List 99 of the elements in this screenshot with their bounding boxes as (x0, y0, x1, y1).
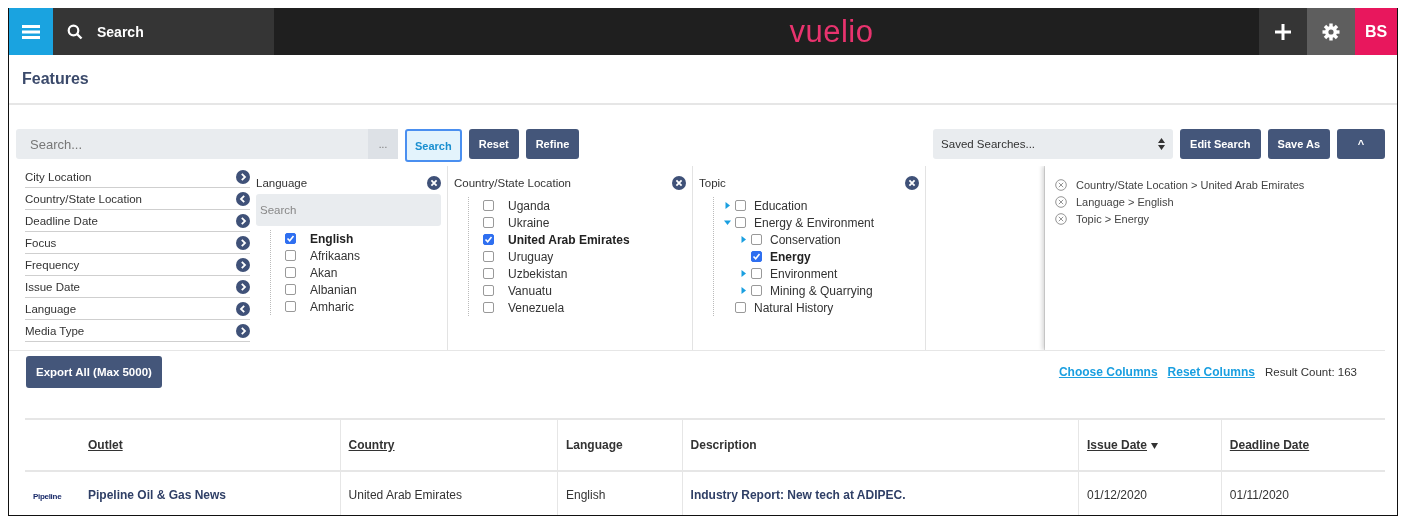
checkbox[interactable] (483, 217, 494, 228)
settings-button[interactable] (1307, 8, 1355, 55)
option-label: Afrikaans (310, 248, 361, 263)
facet-item[interactable]: Media Type (25, 320, 250, 342)
plus-icon (1275, 23, 1291, 40)
checkbox[interactable] (483, 268, 494, 279)
option-label: Energy & Environment (754, 215, 875, 230)
checkbox[interactable] (751, 268, 762, 279)
option-label: English (310, 231, 354, 246)
option-label: Conservation (770, 232, 841, 247)
facet-item[interactable]: Frequency (25, 254, 250, 276)
filter-search-field[interactable]: Search (256, 194, 441, 226)
column-header[interactable]: Issue Date (1087, 438, 1147, 452)
option-label: Albanian (310, 282, 357, 297)
global-search-field[interactable]: Search (53, 8, 274, 55)
user-avatar[interactable]: BS (1355, 8, 1397, 55)
column-header[interactable]: Country (348, 438, 395, 452)
caret-right-icon[interactable] (740, 236, 747, 243)
table-cell: English (566, 488, 606, 502)
sort-arrows-icon (1158, 138, 1166, 150)
outlet-logo: Pipeline (33, 492, 62, 501)
search-icon (67, 23, 83, 40)
checkbox[interactable] (483, 285, 494, 296)
facet-item[interactable]: City Location (25, 166, 250, 188)
remove-icon[interactable] (1055, 195, 1067, 208)
facet-item[interactable]: Country/State Location (25, 188, 250, 210)
checkbox[interactable] (285, 301, 296, 312)
facet-item[interactable]: Focus (25, 232, 250, 254)
menu-button[interactable] (9, 8, 53, 55)
option-label: Energy (770, 249, 811, 264)
facet-item[interactable]: Deadline Date (25, 210, 250, 232)
option-label: Uruguay (508, 249, 554, 264)
checkbox[interactable] (483, 234, 494, 245)
panel-title: Topic (699, 177, 726, 189)
close-icon[interactable] (427, 176, 441, 190)
toolbar-button[interactable]: Refine (525, 129, 580, 159)
table-cell: United Arab Emirates (348, 488, 462, 502)
table-cell: 01/11/2020 (1229, 488, 1289, 502)
column-header: Language (566, 438, 623, 452)
option-label: Uzbekistan (508, 266, 568, 281)
option-label: Amharic (310, 299, 354, 314)
facet-item[interactable]: Issue Date (25, 276, 250, 298)
option-label: Uganda (508, 198, 551, 213)
remove-icon[interactable] (1055, 178, 1067, 191)
remove-icon[interactable] (1055, 212, 1067, 225)
checkbox[interactable] (735, 217, 746, 228)
option-label: Ukraine (508, 215, 550, 230)
checkbox[interactable] (735, 200, 746, 211)
panel-title: Country/State Location (454, 177, 571, 189)
option-label: Venezuela (508, 300, 565, 315)
checkbox[interactable] (735, 302, 746, 313)
more-button[interactable]: ... (368, 129, 398, 159)
checkbox[interactable] (285, 250, 296, 261)
add-button[interactable] (1259, 8, 1307, 55)
option-label: Environment (770, 266, 838, 281)
caret-right-icon[interactable] (740, 270, 747, 277)
settings-icon (1322, 22, 1340, 41)
checkbox[interactable] (483, 251, 494, 262)
checkbox[interactable] (285, 284, 296, 295)
search-field[interactable]: Search... ... (16, 129, 398, 159)
column-header[interactable]: Outlet (88, 438, 123, 452)
checkbox[interactable] (751, 251, 762, 262)
checkbox[interactable] (285, 267, 296, 278)
toolbar-button[interactable]: Edit Search (1180, 129, 1261, 159)
criteria-text: Language > English (1076, 195, 1174, 208)
toolbar-button[interactable]: ^ (1337, 129, 1385, 159)
caret-right-icon[interactable] (740, 287, 747, 294)
toolbar-button[interactable]: Save As (1267, 129, 1330, 159)
option-label: Natural History (754, 300, 834, 315)
saved-searches-select[interactable]: Saved Searches... (933, 129, 1174, 159)
checkbox[interactable] (751, 234, 762, 245)
column-header: Description (690, 438, 757, 452)
close-icon[interactable] (905, 176, 919, 190)
close-icon[interactable] (672, 176, 686, 190)
caret-right-icon[interactable] (724, 202, 731, 209)
checkbox[interactable] (483, 200, 494, 211)
facet-item[interactable]: Language (25, 298, 250, 320)
logo: vuelio (789, 13, 874, 50)
result-count: Result Count: 163 (1264, 366, 1357, 378)
option-label: Mining & Quarrying (770, 283, 873, 298)
option-label: Vanuatu (508, 283, 552, 298)
checkbox[interactable] (285, 233, 296, 244)
table-cell[interactable]: Pipeline Oil & Gas News (88, 488, 227, 502)
menu-icon (22, 23, 40, 40)
export-button[interactable]: Export All (Max 5000) (26, 356, 162, 388)
checkbox[interactable] (483, 302, 494, 313)
criteria-text: Topic > Energy (1076, 212, 1150, 225)
criteria-text: Country/State Location > United Arab Emirates (1076, 178, 1305, 191)
column-header[interactable]: Deadline Date (1229, 438, 1310, 452)
panel-title: Language (256, 177, 308, 189)
toolbar-button[interactable]: Reset (468, 129, 519, 159)
option-label: Akan (310, 265, 338, 280)
table-cell: 01/12/2020 (1087, 488, 1148, 502)
table-cell[interactable]: Industry Report: New tech at ADIPEC. (690, 488, 906, 502)
page-title: Features (22, 70, 89, 88)
caret-down-icon[interactable] (724, 219, 731, 226)
option-label: Education (754, 198, 808, 213)
checkbox[interactable] (751, 285, 762, 296)
option-label: United Arab Emirates (508, 232, 630, 247)
